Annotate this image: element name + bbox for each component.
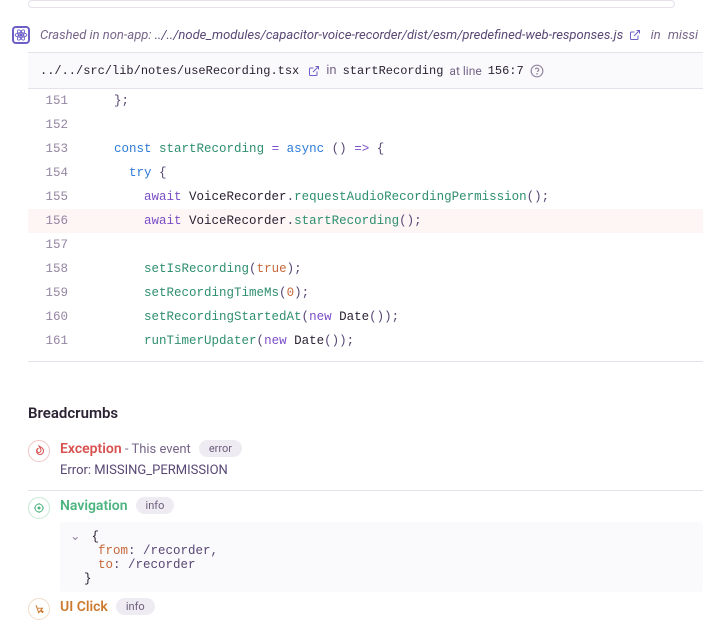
line-number: 154 (28, 166, 82, 180)
frame-path: ../../src/lib/notes/useRecording.tsx (40, 64, 299, 78)
bc-title: Exception (60, 441, 122, 457)
stack-frame-header[interactable]: ../../src/lib/notes/useRecording.tsx in … (28, 53, 703, 89)
level-badge: info (116, 598, 155, 615)
react-icon (12, 26, 30, 44)
help-icon[interactable] (530, 64, 544, 78)
external-link-icon[interactable] (308, 65, 320, 77)
line-number: 158 (28, 262, 82, 276)
line-number: 151 (28, 94, 82, 108)
line-number: 157 (28, 238, 82, 252)
level-badge: error (199, 440, 242, 457)
line-number: 153 (28, 142, 82, 156)
line-number: 152 (28, 118, 82, 132)
bc-title: UI Click (60, 599, 108, 615)
line-number: 155 (28, 190, 82, 204)
exception-message: Error: MISSING_PERMISSION (60, 463, 703, 478)
click-icon (28, 598, 50, 620)
breadcrumb-exception[interactable]: Exception - This event error Error: MISS… (28, 434, 703, 478)
crashed-non-app-banner: Crashed in non-app: ../../node_modules/c… (28, 18, 703, 53)
bc-title: Navigation (60, 498, 128, 514)
in-keyword: in (326, 63, 336, 78)
external-link-icon[interactable] (629, 29, 641, 41)
in-keyword: in (651, 28, 661, 43)
highlighted-line: 156 await VoiceRecorder.startRecording()… (28, 209, 703, 233)
crashed-func: missi (668, 28, 698, 43)
crashed-filepath: ../../node_modules/capacitor-voice-recor… (155, 28, 624, 43)
chevron-down-icon[interactable]: ⌄ (70, 528, 84, 544)
collapsed-frame[interactable] (28, 0, 675, 8)
frame-location: 156:7 (488, 64, 524, 78)
frame-function: startRecording (343, 64, 444, 78)
breadcrumb-navigation[interactable]: Navigation info ⌄ { from: /recorder, to:… (28, 491, 703, 592)
line-number: 159 (28, 286, 82, 300)
location-icon (28, 497, 50, 519)
navigation-payload: ⌄ { from: /recorder, to: /recorder } (60, 522, 703, 592)
breadcrumbs-heading: Breadcrumbs (28, 404, 703, 422)
line-number: 156 (28, 214, 82, 228)
at-line-text: at line (449, 64, 481, 78)
level-badge: info (136, 497, 175, 514)
source-code: 151 }; 152 153 const startRecording = as… (28, 89, 703, 362)
line-number: 161 (28, 334, 82, 348)
flame-icon (28, 440, 50, 462)
bc-sub: This event (131, 442, 190, 457)
breadcrumb-ui-click[interactable]: UI Click info (28, 592, 703, 620)
crashed-prefix: Crashed in non-app: (40, 28, 155, 43)
line-number: 160 (28, 310, 82, 324)
